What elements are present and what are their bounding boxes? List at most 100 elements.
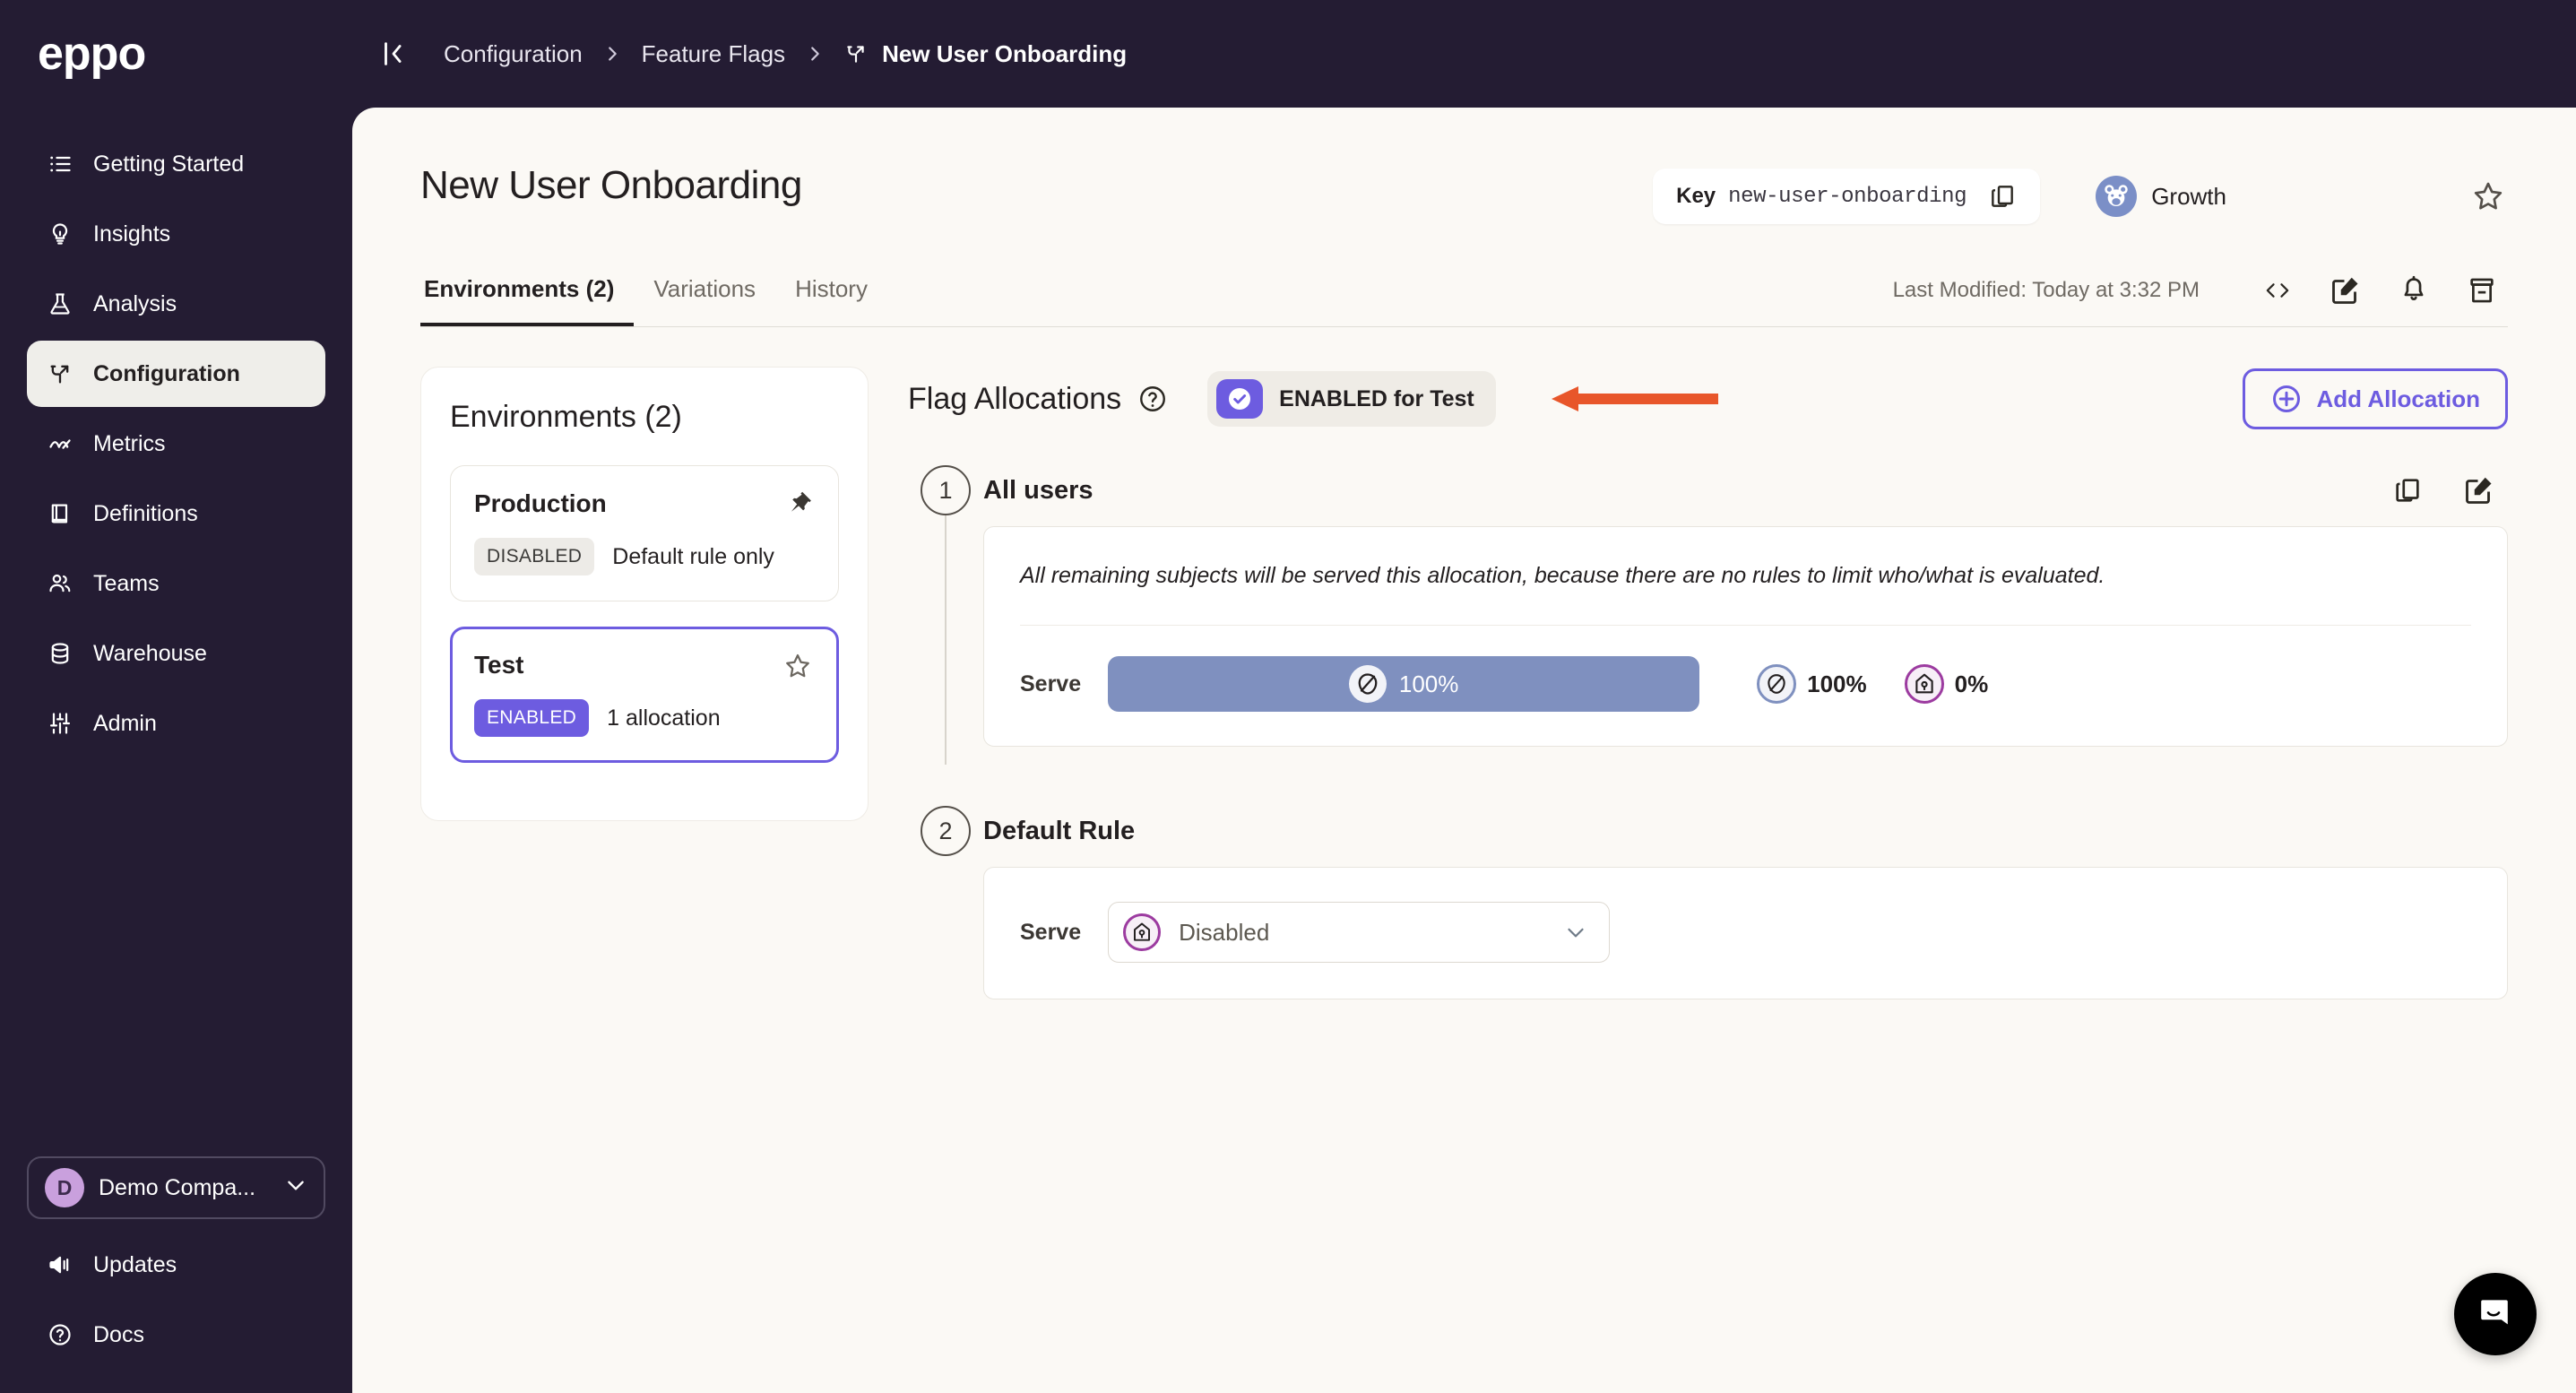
edit-allocation-button[interactable] xyxy=(2459,471,2499,510)
team-chip[interactable]: Growth xyxy=(2096,176,2226,217)
book-icon xyxy=(47,500,73,527)
flag-enabled-toggle[interactable]: ENABLED for Test xyxy=(1207,371,1496,427)
serve-label: Serve xyxy=(1020,671,1082,696)
allocation-panel: All remaining subjects will be served th… xyxy=(983,526,2508,747)
step-number: 2 xyxy=(921,806,971,856)
bear-avatar xyxy=(2096,176,2138,217)
sidebar-item-metrics[interactable]: Metrics xyxy=(27,411,325,477)
plus-circle-icon xyxy=(2270,383,2303,415)
edit-square-icon[interactable] xyxy=(2320,267,2372,314)
sidebar-item-docs[interactable]: Docs xyxy=(27,1302,325,1368)
sidebar-item-label: Insights xyxy=(93,221,171,247)
tab-history[interactable]: History xyxy=(775,275,887,326)
status-badge: ENABLED xyxy=(474,699,590,737)
breadcrumb-item-configuration[interactable]: Configuration xyxy=(444,40,583,68)
step-body: Default Rule Serve Disabled xyxy=(983,795,2508,1008)
environment-status-row: DISABLED Default rule only xyxy=(474,538,815,575)
breadcrumb-current-label: New User Onboarding xyxy=(882,39,1128,67)
add-allocation-label: Add Allocation xyxy=(2316,385,2480,412)
environments-card: Environments (2) Production DISABLED Def… xyxy=(420,367,869,821)
step-title: All users xyxy=(983,475,1094,505)
org-switcher-button[interactable]: D Demo Compa... xyxy=(27,1156,325,1219)
chevron-down-icon xyxy=(1562,919,1589,946)
sidebar-item-warehouse[interactable]: Warehouse xyxy=(27,620,325,687)
acorn-slash-icon xyxy=(1757,664,1797,704)
sidebar-item-label: Getting Started xyxy=(93,151,245,177)
brand-logo[interactable]: eppo xyxy=(0,0,352,108)
allocation-steps: 1 All users All remaining subjects will … xyxy=(908,454,2508,1008)
chat-bubble-icon[interactable] xyxy=(2454,1273,2537,1355)
sidebar-item-updates[interactable]: Updates xyxy=(27,1232,325,1298)
page-header-actions: Key new-user-onboarding Growth xyxy=(1653,163,2508,224)
legend-item: 100% xyxy=(1757,664,1867,704)
serve-row: Serve 100% 100% 0% xyxy=(1020,626,2471,746)
sidebar-item-insights[interactable]: Insights xyxy=(27,201,325,267)
org-avatar: D xyxy=(45,1168,84,1207)
copy-icon[interactable] xyxy=(1984,178,2020,214)
content-columns: Environments (2) Production DISABLED Def… xyxy=(352,327,2576,1008)
sidebar-item-definitions[interactable]: Definitions xyxy=(27,480,325,547)
sidebar-item-label: Updates xyxy=(93,1251,177,1277)
megaphone-icon xyxy=(47,1251,73,1278)
check-circle-icon xyxy=(1216,379,1264,419)
sidebar-item-teams[interactable]: Teams xyxy=(27,550,325,617)
sidebar-item-label: Analysis xyxy=(93,290,177,316)
sidebar-item-analysis[interactable]: Analysis xyxy=(27,271,325,337)
star-outline-icon[interactable] xyxy=(2468,177,2508,216)
list-icon xyxy=(47,151,73,177)
allocation-step-1: 1 All users All remaining subjects will … xyxy=(908,454,2508,765)
environment-meta: Default rule only xyxy=(612,543,774,569)
last-modified-text: Last Modified: Today at 3:32 PM xyxy=(1892,278,2200,302)
tab-environments[interactable]: Environments (2) xyxy=(420,275,635,326)
chevron-right-icon xyxy=(805,44,825,64)
sidebar-item-label: Metrics xyxy=(93,430,166,456)
step-connector-line xyxy=(945,512,947,765)
select-value: Disabled xyxy=(1179,918,1270,946)
question-circle-icon[interactable] xyxy=(1137,384,1168,414)
chevron-right-icon xyxy=(602,44,622,64)
feature-flag-icon xyxy=(844,42,868,65)
code-brackets-icon[interactable] xyxy=(2252,267,2304,314)
main-region: Configuration Feature Flags New User Onb… xyxy=(352,0,2576,1393)
environments-card-title: Environments (2) xyxy=(450,400,682,434)
bell-icon[interactable] xyxy=(2388,267,2440,314)
environment-item-production[interactable]: Production DISABLED Default rule only xyxy=(450,465,839,601)
step-body: All users All remaining subjects will be… xyxy=(983,454,2508,756)
sidebar-item-configuration[interactable]: Configuration xyxy=(27,341,325,407)
tab-variations[interactable]: Variations xyxy=(634,275,775,326)
breadcrumb-item-feature-flags[interactable]: Feature Flags xyxy=(642,40,785,68)
sliders-icon xyxy=(47,710,73,737)
app-root: eppo Getting Started Insights Analysis C… xyxy=(0,0,2576,1393)
environment-status-row: ENABLED 1 allocation xyxy=(474,699,815,737)
environment-meta: 1 allocation xyxy=(607,705,721,731)
annotation-arrow xyxy=(1521,381,1718,417)
question-circle-icon xyxy=(47,1321,73,1348)
serve-label: Serve xyxy=(1020,919,1082,945)
default-rule-panel: Serve Disabled xyxy=(983,867,2508,999)
legend-percent: 0% xyxy=(1954,670,1989,697)
variation-legend: 100% 0% xyxy=(1757,664,2011,704)
archive-icon[interactable] xyxy=(2456,267,2508,314)
status-badge: DISABLED xyxy=(474,538,595,575)
step-actions xyxy=(2388,471,2508,510)
environment-item-test[interactable]: Test ENABLED 1 allocation xyxy=(450,627,839,763)
flag-key-label: Key xyxy=(1676,184,1716,208)
flask-icon xyxy=(47,290,73,317)
duplicate-allocation-button[interactable] xyxy=(2388,471,2427,510)
collapse-sidebar-icon[interactable] xyxy=(368,29,419,79)
content-canvas: New User Onboarding Key new-user-onboard… xyxy=(352,108,2576,1393)
default-variation-select[interactable]: Disabled xyxy=(1108,902,1611,963)
star-outline-icon[interactable] xyxy=(781,649,815,683)
step-rail: 2 xyxy=(908,795,983,1008)
allocation-note: All remaining subjects will be served th… xyxy=(1020,527,2471,626)
sidebar-item-admin[interactable]: Admin xyxy=(27,690,325,757)
step-header: All users xyxy=(983,454,2508,526)
sidebar-item-getting-started[interactable]: Getting Started xyxy=(27,131,325,197)
allocation-split-bar[interactable]: 100% xyxy=(1108,656,1700,712)
allocation-step-2: 2 Default Rule Serve Disabled xyxy=(908,795,2508,1008)
flag-key-field: Key new-user-onboarding xyxy=(1653,169,2041,224)
add-allocation-button[interactable]: Add Allocation xyxy=(2242,368,2508,429)
pin-icon[interactable] xyxy=(782,486,817,520)
allocations-title: Flag Allocations xyxy=(908,381,1122,416)
